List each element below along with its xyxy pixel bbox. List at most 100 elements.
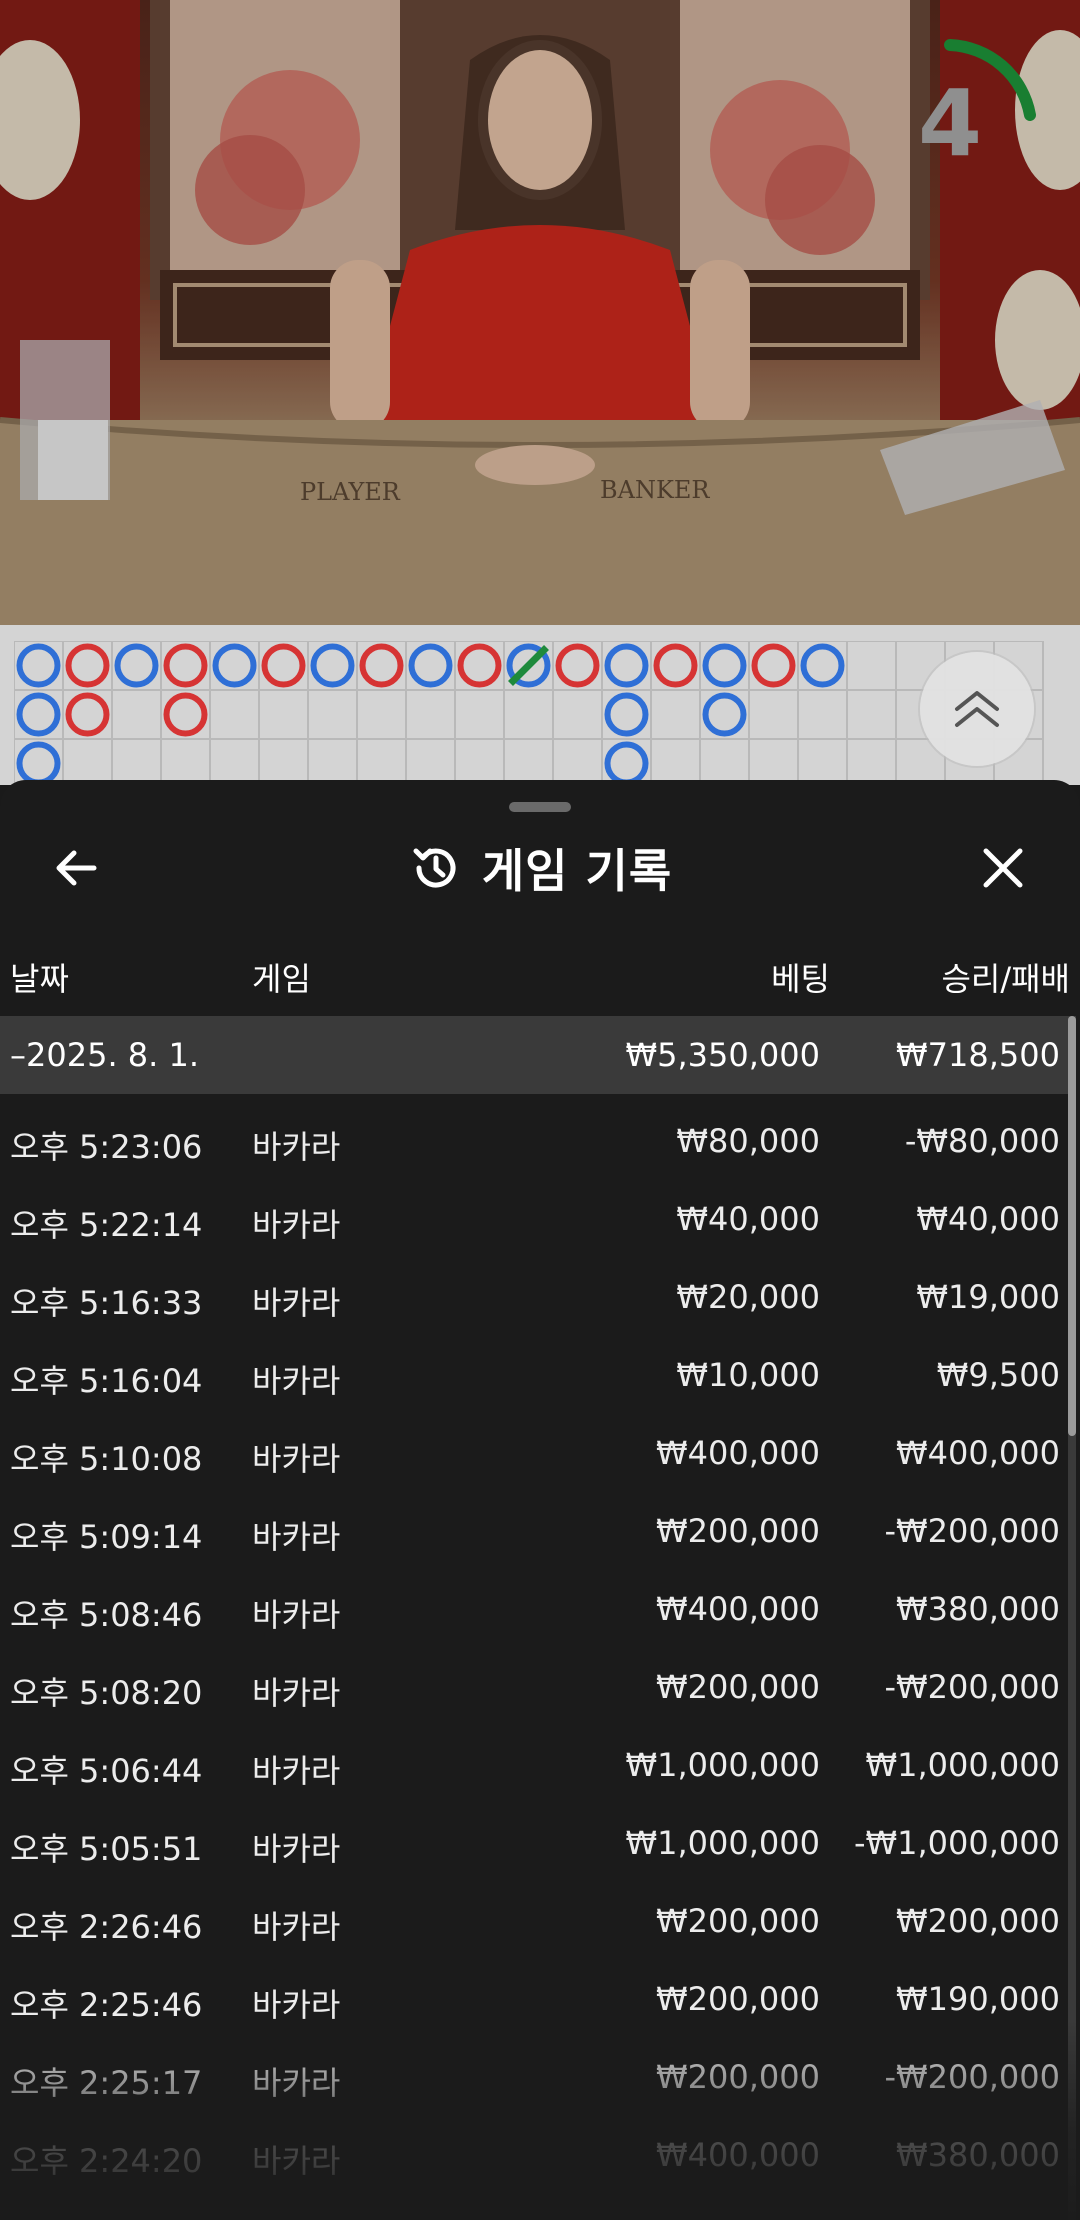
column-header-date: 날짜 <box>10 960 69 998</box>
summary-total-bet: ₩5,350,000 <box>625 1036 821 1074</box>
history-row[interactable]: 오후 5:23:06 바카라 ₩80,000 -₩80,000 <box>0 1094 1070 1172</box>
row-win-loss: -₩80,000 <box>904 1122 1060 1160</box>
row-win-loss: -₩200,000 <box>884 1668 1060 1706</box>
countdown-timer: 4 <box>918 70 983 177</box>
banker-bead <box>653 643 698 688</box>
row-game: 바카라 <box>252 1674 341 1712</box>
row-time: 오후 5:05:51 <box>10 1830 203 1868</box>
sheet-drag-handle[interactable] <box>509 802 571 812</box>
row-game: 바카라 <box>252 2064 341 2102</box>
row-game: 바카라 <box>252 1596 341 1634</box>
row-time: 오후 5:16:04 <box>10 1362 203 1400</box>
sheet-title: 게임 기록 <box>481 844 673 898</box>
bead-road-grid <box>14 641 1044 789</box>
banker-bead <box>261 643 306 688</box>
history-row[interactable]: 오후 5:06:44 바카라 ₩1,000,000 ₩1,000,000 <box>0 1718 1070 1796</box>
row-win-loss: ₩380,000 <box>896 2136 1060 2174</box>
history-row[interactable]: 오후 5:22:14 바카라 ₩40,000 ₩40,000 <box>0 1172 1070 1250</box>
column-header-game: 게임 <box>252 960 311 998</box>
row-bet: ₩200,000 <box>656 2058 820 2096</box>
history-row[interactable]: 오후 5:10:08 바카라 ₩400,000 ₩400,000 <box>0 1406 1070 1484</box>
row-game: 바카라 <box>252 1830 341 1868</box>
row-time: 오후 2:25:46 <box>10 1986 203 2024</box>
date-summary-row[interactable]: –2025. 8. 1. ₩5,350,000 ₩718,500 <box>0 1016 1070 1094</box>
row-bet: ₩1,000,000 <box>625 1824 821 1862</box>
history-row[interactable]: 오후 5:09:14 바카라 ₩200,000 -₩200,000 <box>0 1484 1070 1562</box>
player-bead <box>16 741 61 786</box>
row-game: 바카라 <box>252 1206 341 1244</box>
row-time: 오후 2:25:17 <box>10 2064 203 2102</box>
row-game: 바카라 <box>252 2142 341 2180</box>
player-bead <box>408 643 453 688</box>
row-time: 오후 2:24:20 <box>10 2142 203 2180</box>
player-bead <box>212 643 257 688</box>
row-bet: ₩400,000 <box>656 1434 820 1472</box>
player-bead <box>604 741 649 786</box>
scrollbar-thumb[interactable] <box>1068 1016 1076 1436</box>
history-table-header: 날짜 게임 베팅 승리/패배 <box>0 940 1080 1002</box>
history-row[interactable]: 오후 2:26:46 바카라 ₩200,000 ₩200,000 <box>0 1874 1070 1952</box>
history-row[interactable]: 오후 5:05:51 바카라 ₩1,000,000 -₩1,000,000 <box>0 1796 1070 1874</box>
row-bet: ₩200,000 <box>656 1512 820 1550</box>
row-bet: ₩400,000 <box>656 1590 820 1628</box>
row-time: 오후 5:22:14 <box>10 1206 203 1244</box>
row-win-loss: ₩200,000 <box>896 1902 1060 1940</box>
row-game: 바카라 <box>252 1284 341 1322</box>
row-win-loss: ₩19,000 <box>916 1278 1060 1316</box>
row-win-loss: ₩9,500 <box>936 1356 1060 1394</box>
column-header-win-loss: 승리/패배 <box>941 960 1070 998</box>
history-row[interactable]: 오후 5:08:46 바카라 ₩400,000 ₩380,000 <box>0 1562 1070 1640</box>
row-win-loss: ₩1,000,000 <box>865 1746 1061 1784</box>
banker-bead <box>555 643 600 688</box>
row-time: 오후 5:16:33 <box>10 1284 203 1322</box>
history-row[interactable]: 오후 5:16:04 바카라 ₩10,000 ₩9,500 <box>0 1328 1070 1406</box>
player-bead <box>114 643 159 688</box>
row-time: 오후 5:08:46 <box>10 1596 203 1634</box>
history-row[interactable]: 오후 2:25:17 바카라 ₩200,000 -₩200,000 <box>0 2030 1070 2108</box>
row-game: 바카라 <box>252 1128 341 1166</box>
summary-total-win-loss: ₩718,500 <box>896 1036 1060 1074</box>
expand-roadmap-button[interactable] <box>920 652 1034 766</box>
player-bead <box>800 643 845 688</box>
row-win-loss: ₩190,000 <box>896 1980 1060 2018</box>
player-bead <box>16 643 61 688</box>
sheet-header: 게임 기록 <box>0 838 1080 898</box>
row-game: 바카라 <box>252 1908 341 1946</box>
game-history-sheet: 게임 기록 날짜 게임 베팅 승리/패배 –2025. 8. 1. ₩5,350… <box>0 780 1080 2220</box>
close-icon <box>983 848 1023 888</box>
row-time: 오후 5:08:20 <box>10 1674 203 1712</box>
row-bet: ₩80,000 <box>676 1122 820 1160</box>
player-bead <box>604 643 649 688</box>
live-video-stream[interactable]: PLAYER BANKER 4 <box>0 0 1080 625</box>
close-button[interactable] <box>975 840 1031 896</box>
history-row[interactable]: 오후 5:16:33 바카라 ₩20,000 ₩19,000 <box>0 1250 1070 1328</box>
row-game: 바카라 <box>252 1986 341 2024</box>
history-row[interactable]: 오후 2:25:46 바카라 ₩200,000 ₩190,000 <box>0 1952 1070 2030</box>
row-game: 바카라 <box>252 1518 341 1556</box>
banker-bead <box>751 643 796 688</box>
row-bet: ₩200,000 <box>656 1902 820 1940</box>
row-time: 오후 2:26:46 <box>10 1908 203 1946</box>
row-game: 바카라 <box>252 1362 341 1400</box>
row-win-loss: -₩1,000,000 <box>853 1824 1060 1862</box>
baccarat-roadmap[interactable] <box>0 625 1080 789</box>
player-bead <box>702 643 747 688</box>
row-time: 오후 5:23:06 <box>10 1128 203 1166</box>
row-time: 오후 5:10:08 <box>10 1440 203 1478</box>
app-root: PLAYER BANKER 4 게임 기록 날짜 게임 베팅 승리/패배 –20… <box>0 0 1080 2220</box>
row-bet: ₩200,000 <box>656 1980 820 2018</box>
row-game: 바카라 <box>252 1752 341 1790</box>
row-bet: ₩10,000 <box>676 1356 820 1394</box>
player-bead <box>310 643 355 688</box>
row-win-loss: ₩400,000 <box>896 1434 1060 1472</box>
row-win-loss: ₩40,000 <box>916 1200 1060 1238</box>
banker-bead <box>163 643 208 688</box>
row-bet: ₩200,000 <box>656 1668 820 1706</box>
player-bead <box>702 692 747 737</box>
history-row[interactable]: 오후 2:24:20 바카라 ₩400,000 ₩380,000 <box>0 2108 1070 2186</box>
row-time: 오후 5:09:14 <box>10 1518 203 1556</box>
row-win-loss: -₩200,000 <box>884 2058 1060 2096</box>
history-row[interactable]: 오후 5:08:20 바카라 ₩200,000 -₩200,000 <box>0 1640 1070 1718</box>
history-scrollbar[interactable] <box>1068 1016 1076 2220</box>
row-bet: ₩400,000 <box>656 2136 820 2174</box>
